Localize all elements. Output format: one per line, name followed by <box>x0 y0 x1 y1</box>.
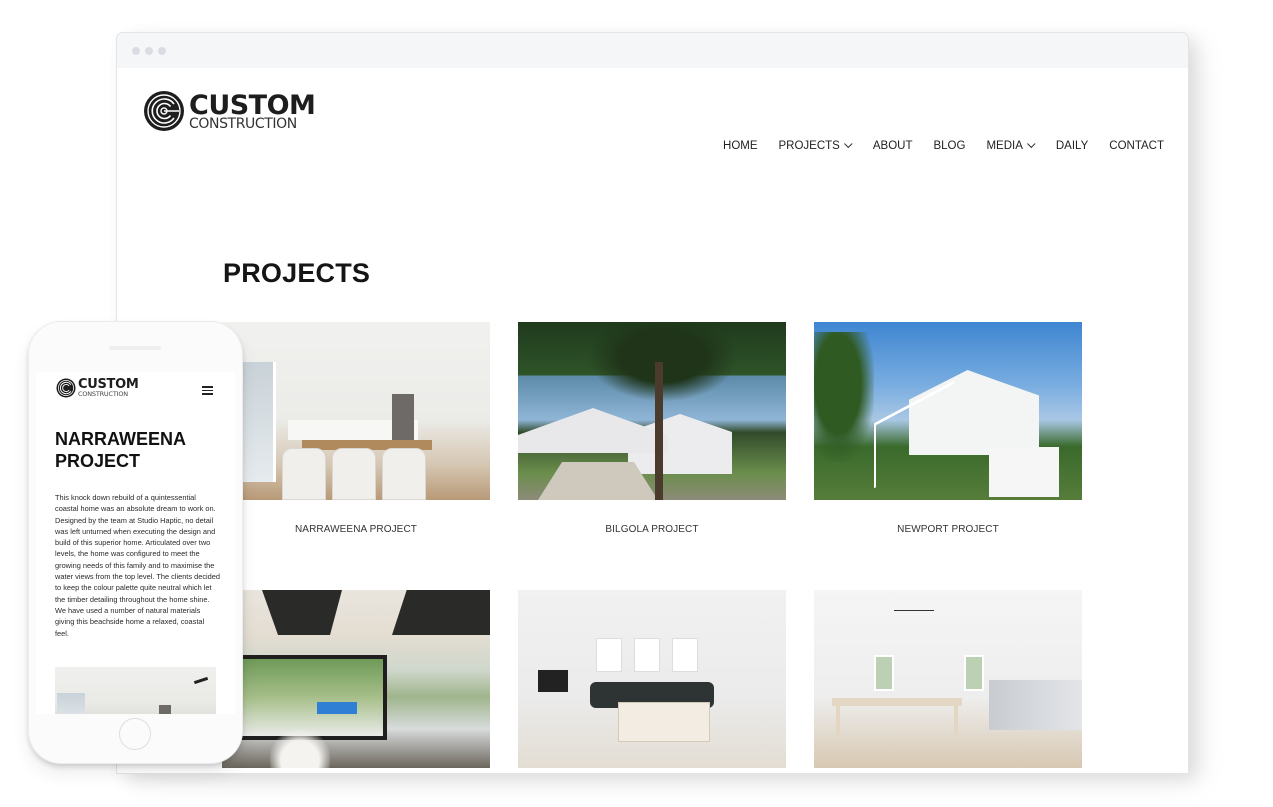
window-dot-icon <box>158 47 166 55</box>
project-card[interactable] <box>814 590 1082 768</box>
nav-label: MEDIA <box>986 140 1023 152</box>
nav-item-contact[interactable]: CONTACT <box>1109 140 1164 152</box>
window-dot-icon <box>132 47 140 55</box>
nav-item-home[interactable]: HOME <box>723 140 758 152</box>
project-thumbnail[interactable] <box>814 590 1082 768</box>
project-thumbnail[interactable] <box>814 322 1082 500</box>
phone-screen: CUSTOM CONSTRUCTION NARRAWEENA PROJECT T… <box>36 372 235 714</box>
project-card[interactable]: NEWPORT PROJECT <box>814 322 1082 535</box>
nav-label: CONTACT <box>1109 140 1164 152</box>
nav-item-media[interactable]: MEDIA <box>986 139 1036 152</box>
project-caption[interactable]: NEWPORT PROJECT <box>814 524 1082 535</box>
logo-secondary-text: CONSTRUCTION <box>189 115 297 132</box>
mobile-project-image[interactable] <box>55 667 216 714</box>
chevron-down-icon <box>1026 139 1036 149</box>
site-logo[interactable]: CUSTOM CONSTRUCTION <box>143 89 316 132</box>
home-button-icon[interactable] <box>119 718 151 750</box>
nav-label: PROJECTS <box>778 140 840 152</box>
main-nav: HOME PROJECTS ABOUT BLOG MEDIA DAILY CON… <box>702 139 1164 152</box>
concentric-c-logo-icon <box>144 91 184 131</box>
phone-mockup: CUSTOM CONSTRUCTION NARRAWEENA PROJECT T… <box>29 322 242 763</box>
browser-window: CUSTOM CONSTRUCTION HOME PROJECTS ABOUT … <box>117 33 1188 773</box>
project-thumbnail[interactable] <box>518 590 786 768</box>
nav-label: DAILY <box>1055 140 1089 152</box>
project-thumbnail[interactable] <box>222 322 490 500</box>
nav-label: HOME <box>723 140 758 152</box>
project-card[interactable]: NARRAWEENA PROJECT <box>222 322 490 535</box>
nav-item-daily[interactable]: DAILY <box>1056 140 1088 152</box>
project-thumbnail[interactable] <box>518 322 786 500</box>
page-title: PROJECTS <box>223 258 371 288</box>
mobile-project-description: This knock down rebuild of a quintessent… <box>55 493 221 638</box>
website: CUSTOM CONSTRUCTION HOME PROJECTS ABOUT … <box>117 68 1188 773</box>
nav-item-blog[interactable]: BLOG <box>933 140 965 152</box>
project-caption[interactable]: BILGOLA PROJECT <box>518 524 786 535</box>
concentric-c-logo-icon <box>56 378 76 398</box>
browser-title-bar <box>117 33 1188 68</box>
project-card[interactable] <box>518 590 786 768</box>
project-thumbnail[interactable] <box>222 590 490 768</box>
chevron-down-icon <box>843 139 853 149</box>
window-dot-icon <box>145 47 153 55</box>
logo-primary-text: CUSTOM <box>189 89 316 121</box>
hamburger-icon[interactable] <box>202 386 213 395</box>
project-card[interactable]: BILGOLA PROJECT <box>518 322 786 535</box>
nav-label: BLOG <box>933 140 966 152</box>
logo-secondary-text: CONSTRUCTION <box>78 390 128 399</box>
project-caption[interactable]: NARRAWEENA PROJECT <box>222 524 490 535</box>
nav-item-projects[interactable]: PROJECTS <box>778 139 853 152</box>
project-card[interactable] <box>222 590 490 768</box>
nav-label: ABOUT <box>872 140 913 152</box>
phone-speaker <box>109 346 161 350</box>
nav-item-about[interactable]: ABOUT <box>873 140 913 152</box>
mobile-site-logo[interactable]: CUSTOM CONSTRUCTION <box>56 378 139 398</box>
mobile-project-title: NARRAWEENA PROJECT <box>55 429 186 471</box>
